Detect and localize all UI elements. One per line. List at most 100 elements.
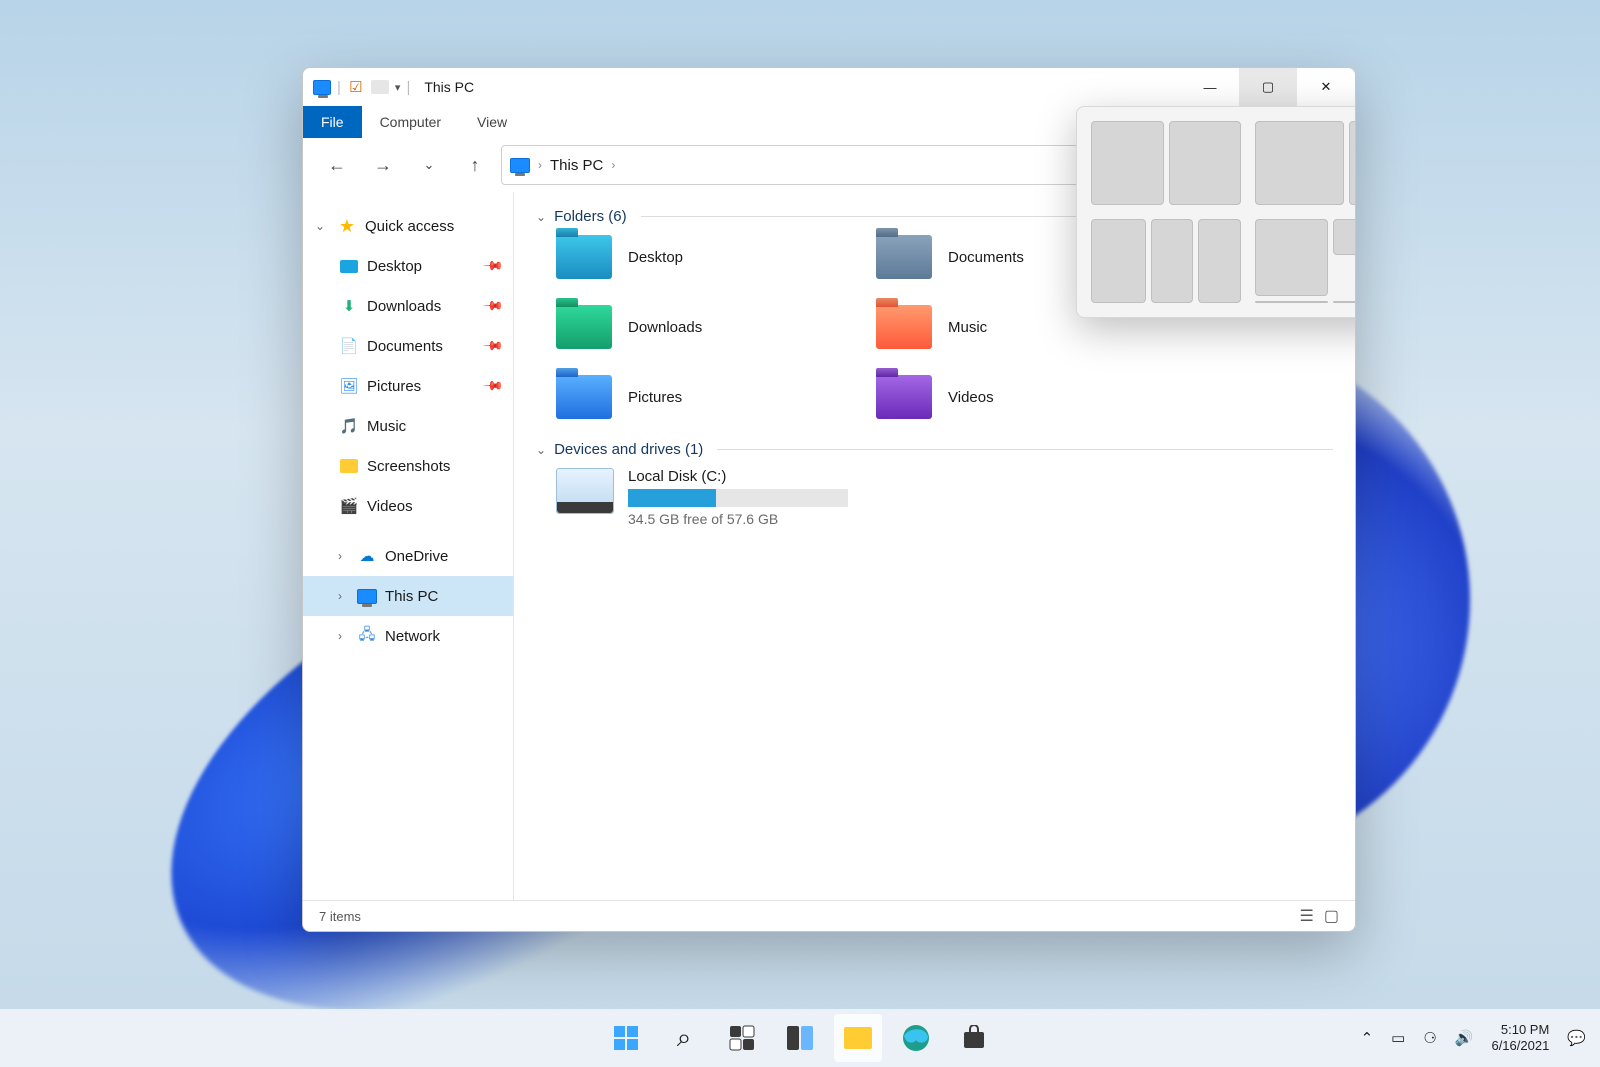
chevron-down-icon[interactable]: ⌄ (536, 210, 546, 224)
file-explorer-button[interactable] (834, 1014, 882, 1062)
snap-zone[interactable] (1333, 219, 1357, 255)
snap-layouts-flyout (1076, 106, 1356, 318)
sidebar-item-network[interactable]: › 🖧 Network (303, 616, 513, 656)
chevron-right-icon: › (611, 158, 615, 172)
sidebar-item-pictures[interactable]: 🖼 Pictures 📌 (303, 366, 513, 406)
pin-icon: 📌 (482, 295, 505, 318)
sidebar-item-onedrive[interactable]: › ☁ OneDrive (303, 536, 513, 576)
snap-zone[interactable] (1255, 301, 1328, 303)
sidebar-item-this-pc[interactable]: › This PC (303, 576, 513, 616)
sidebar-item-music[interactable]: 🎵 Music (303, 406, 513, 446)
up-button[interactable]: ↑ (455, 145, 495, 185)
recent-locations-button[interactable]: ⌄ (409, 145, 449, 185)
sidebar-item-desktop[interactable]: Desktop 📌 (303, 246, 513, 286)
tab-file[interactable]: File (303, 106, 362, 138)
system-tray: ⌃ ▭ ⚆ 🔊 5:10 PM 6/16/2021 💬 (1361, 1022, 1586, 1055)
snap-zone[interactable] (1349, 121, 1356, 205)
folder-desktop[interactable]: Desktop (556, 235, 876, 279)
chevron-right-icon[interactable]: › (331, 629, 349, 643)
group-header-drives[interactable]: ⌄ Devices and drives (1) (536, 441, 1333, 458)
snap-layout-quad[interactable] (1255, 219, 1356, 303)
taskbar-center: ⌕ (602, 1014, 998, 1062)
music-icon: 🎵 (339, 416, 359, 436)
snap-layout-three-col[interactable] (1091, 219, 1241, 303)
back-button[interactable]: ← (317, 145, 357, 185)
downloads-icon: ⬇ (339, 296, 359, 316)
snap-zone[interactable] (1151, 219, 1194, 303)
snap-zone[interactable] (1091, 219, 1146, 303)
snap-zone[interactable] (1255, 219, 1328, 296)
volume-icon[interactable]: 🔊 (1455, 1029, 1474, 1047)
start-button[interactable] (602, 1014, 650, 1062)
sidebar-item-downloads[interactable]: ⬇ Downloads 📌 (303, 286, 513, 326)
forward-button[interactable]: → (363, 145, 403, 185)
search-button[interactable]: ⌕ (660, 1014, 708, 1062)
chevron-down-icon[interactable]: ⌄ (311, 219, 329, 233)
sidebar-item-documents[interactable]: 📄 Documents 📌 (303, 326, 513, 366)
folder-label: Videos (948, 389, 994, 406)
documents-icon: 📄 (339, 336, 359, 356)
chevron-right-icon[interactable]: › (331, 589, 349, 603)
chevron-right-icon: › (538, 158, 542, 172)
snap-layout-5050[interactable] (1091, 121, 1241, 205)
snap-layout-7030[interactable] (1255, 121, 1356, 205)
folder-icon (556, 235, 612, 279)
taskbar[interactable]: ⌕ ⌃ ▭ ⚆ 🔊 5:10 PM 6/16/2021 💬 (0, 1009, 1600, 1067)
tab-view[interactable]: View (459, 106, 525, 138)
folder-label: Desktop (628, 249, 683, 266)
pin-icon: 📌 (482, 335, 505, 358)
sidebar-item-label: Music (367, 418, 406, 435)
edge-button[interactable] (892, 1014, 940, 1062)
sidebar-item-label: Quick access (365, 218, 454, 235)
sidebar-item-videos[interactable]: 🎬 Videos (303, 486, 513, 526)
titlebar[interactable]: | ☑ ▾ | This PC — ▢ ✕ (303, 68, 1355, 106)
snap-zone[interactable] (1255, 121, 1344, 205)
folder-label: Documents (948, 249, 1024, 266)
tab-computer[interactable]: Computer (362, 106, 459, 138)
snap-zone[interactable] (1169, 121, 1242, 205)
drive-free-text: 34.5 GB free of 57.6 GB (628, 511, 848, 527)
tiles-view-button[interactable]: ▢ (1324, 906, 1339, 926)
onedrive-icon: ☁ (357, 546, 377, 566)
wifi-icon[interactable]: ⚆ (1423, 1029, 1436, 1047)
pc-icon (357, 586, 377, 606)
taskbar-clock[interactable]: 5:10 PM 6/16/2021 (1491, 1022, 1549, 1055)
pin-icon: 📌 (482, 375, 505, 398)
breadcrumb[interactable]: This PC (550, 157, 603, 174)
folder-icon (876, 375, 932, 419)
folder-icon (876, 235, 932, 279)
maximize-button[interactable]: ▢ (1239, 68, 1297, 106)
snap-zone[interactable] (1333, 301, 1357, 303)
task-view-button[interactable] (776, 1014, 824, 1062)
snap-zone[interactable] (1091, 121, 1164, 205)
store-button[interactable] (950, 1014, 998, 1062)
drive-local-c[interactable]: Local Disk (C:) 34.5 GB free of 57.6 GB (556, 468, 1333, 527)
battery-icon[interactable]: ▭ (1391, 1029, 1405, 1047)
snap-zone[interactable] (1198, 219, 1241, 303)
folder-label: Pictures (628, 389, 682, 406)
folder-icon[interactable] (371, 78, 389, 96)
folder-videos[interactable]: Videos (876, 375, 1196, 419)
drive-label: Local Disk (C:) (628, 468, 848, 485)
properties-icon[interactable]: ☑ (347, 78, 365, 96)
notifications-button[interactable]: 💬 (1567, 1029, 1586, 1047)
minimize-button[interactable]: — (1181, 68, 1239, 106)
drive-icon (556, 468, 614, 514)
tray-overflow-button[interactable]: ⌃ (1361, 1029, 1374, 1047)
folder-icon (876, 305, 932, 349)
clock-date: 6/16/2021 (1491, 1038, 1549, 1054)
sidebar-item-screenshots[interactable]: Screenshots (303, 446, 513, 486)
desktop-icon (339, 256, 359, 276)
chevron-down-icon[interactable]: ⌄ (536, 443, 546, 457)
qat-dropdown-icon[interactable]: ▾ (395, 81, 401, 94)
folder-pictures[interactable]: Pictures (556, 375, 876, 419)
chevron-right-icon[interactable]: › (331, 549, 349, 563)
close-button[interactable]: ✕ (1297, 68, 1355, 106)
folder-icon (556, 375, 612, 419)
widgets-button[interactable] (718, 1014, 766, 1062)
sidebar-item-quick-access[interactable]: ⌄ ★ Quick access (303, 206, 513, 246)
group-header-label: Devices and drives (1) (554, 441, 703, 458)
folder-downloads[interactable]: Downloads (556, 305, 876, 349)
details-view-button[interactable]: ☰ (1300, 906, 1314, 926)
pc-icon (313, 78, 331, 96)
